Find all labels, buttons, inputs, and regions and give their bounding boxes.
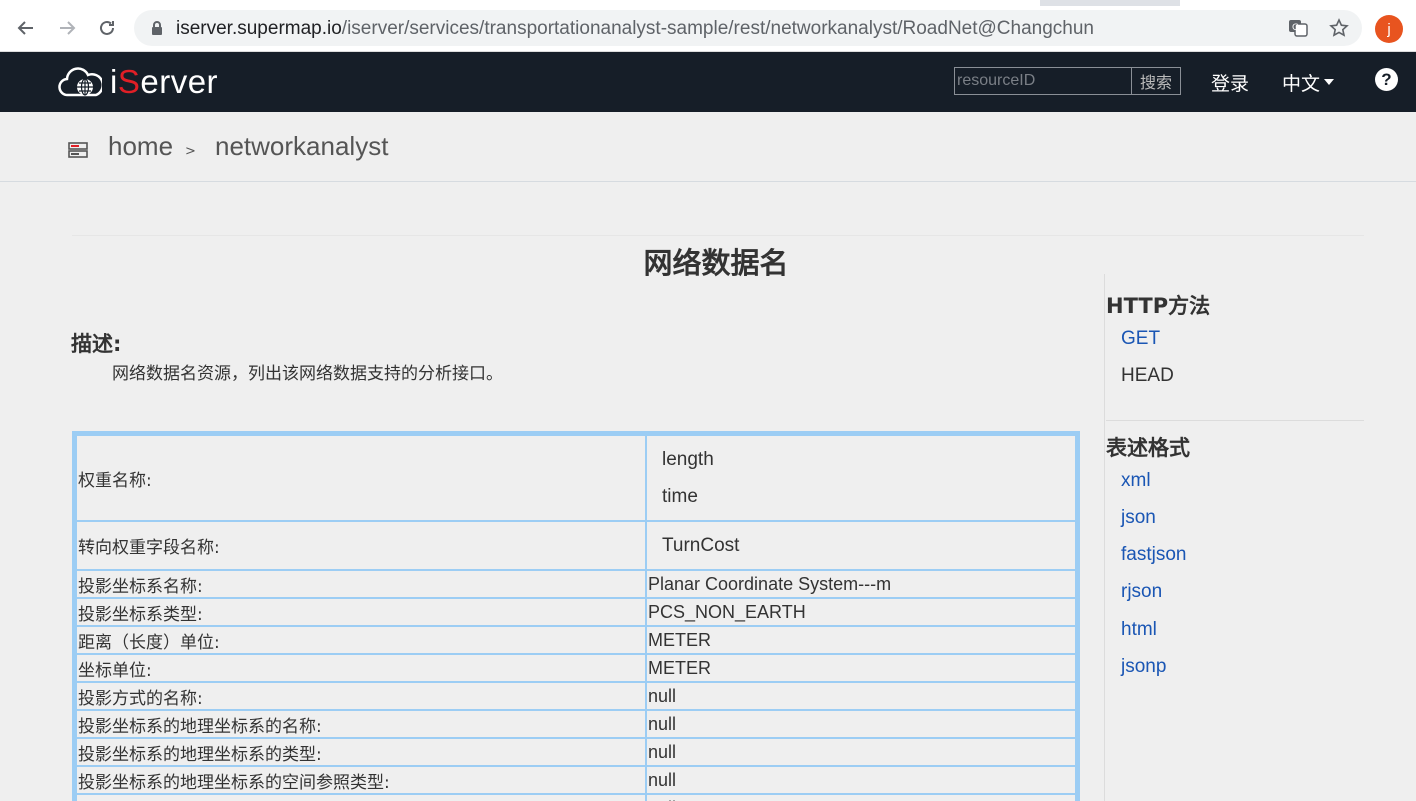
language-label: 中文 bbox=[1282, 73, 1321, 95]
row-key: 坐标单位: bbox=[75, 653, 647, 683]
bookmark-button[interactable] bbox=[1327, 16, 1351, 40]
table-row: 投影坐标系名称: Planar Coordinate System---m bbox=[75, 569, 1077, 599]
row-key: 投影坐标系名称: bbox=[75, 569, 647, 599]
formats-heading: 表述格式 bbox=[1106, 436, 1190, 460]
star-icon bbox=[1329, 18, 1349, 37]
format-link-rjson[interactable]: rjson bbox=[1121, 581, 1162, 603]
logo-accent-letter: S bbox=[117, 63, 141, 100]
description-text: 网络数据名资源，列出该网络数据支持的分析接口。 bbox=[112, 364, 503, 384]
forward-button[interactable] bbox=[53, 14, 81, 42]
row-value: null bbox=[645, 681, 1077, 711]
weight-name-item: time bbox=[662, 486, 698, 507]
back-arrow-icon bbox=[17, 21, 33, 35]
row-value-list: TurnCost bbox=[645, 520, 1077, 571]
page-title: 网络数据名 bbox=[643, 246, 789, 280]
row-value: null bbox=[645, 737, 1077, 767]
row-key: 投影坐标系类型: bbox=[75, 597, 647, 627]
server-list-icon bbox=[68, 142, 88, 158]
sidebar-divider bbox=[1104, 274, 1105, 801]
turn-weight-field-item: TurnCost bbox=[662, 535, 740, 556]
row-value-list: length time bbox=[645, 434, 1077, 522]
sidebar-section-divider bbox=[1106, 420, 1364, 421]
cloud-globe-icon bbox=[58, 67, 102, 97]
breadcrumb-current: networkanalyst bbox=[215, 131, 389, 161]
active-tab[interactable] bbox=[0, 0, 1040, 6]
table-row: 投影方式的名称: null bbox=[75, 681, 1077, 711]
row-value: null bbox=[645, 793, 1077, 801]
search-button[interactable]: 搜索 bbox=[1131, 67, 1181, 95]
translate-icon: G bbox=[1289, 20, 1308, 37]
table-row: 坐标单位: METER bbox=[75, 653, 1077, 683]
row-value: null bbox=[645, 709, 1077, 739]
http-method-head: HEAD bbox=[1121, 365, 1174, 386]
url-host: iserver.supermap.io bbox=[176, 18, 342, 39]
iserver-logo[interactable]: iServer bbox=[58, 61, 218, 103]
row-key: 投影坐标系的地理坐标系的大地参照系类型: bbox=[75, 793, 647, 801]
row-key: 投影坐标系的地理坐标系的空间参照类型: bbox=[75, 765, 647, 795]
reload-button[interactable] bbox=[93, 14, 121, 42]
row-value: METER bbox=[645, 625, 1077, 655]
format-link-xml[interactable]: xml bbox=[1121, 470, 1151, 492]
url-path: /iserver/services/transportationanalyst-… bbox=[341, 18, 1094, 39]
tab-strip bbox=[0, 0, 1416, 6]
description-label: 描述: bbox=[71, 332, 122, 356]
caret-down-icon bbox=[1324, 78, 1335, 85]
table-row: 投影坐标系的地理坐标系的类型: null bbox=[75, 737, 1077, 767]
table-row: 权重名称: length time bbox=[75, 434, 1077, 522]
properties-table: 权重名称: length time 转向权重字段名称: TurnCost 投影坐… bbox=[72, 431, 1080, 801]
resource-id-search-input[interactable] bbox=[954, 67, 1132, 95]
profile-avatar[interactable]: j bbox=[1375, 15, 1403, 43]
row-key: 距离（长度）单位: bbox=[75, 625, 647, 655]
format-link-jsonp[interactable]: jsonp bbox=[1121, 656, 1166, 678]
logo-text: iServer bbox=[110, 63, 218, 101]
row-key: 投影坐标系的地理坐标系的名称: bbox=[75, 709, 647, 739]
format-link-html[interactable]: html bbox=[1121, 619, 1157, 641]
other-tab[interactable] bbox=[1180, 0, 1416, 6]
language-dropdown[interactable]: 中文 bbox=[1282, 69, 1335, 96]
row-value: PCS_NON_EARTH bbox=[645, 597, 1077, 627]
lock-icon bbox=[152, 21, 162, 35]
row-key: 投影方式的名称: bbox=[75, 681, 647, 711]
forward-arrow-icon bbox=[60, 21, 76, 35]
login-link[interactable]: 登录 bbox=[1211, 69, 1249, 96]
breadcrumb-home-link[interactable]: home bbox=[108, 131, 173, 162]
logo-rest: erver bbox=[140, 63, 219, 100]
help-button[interactable]: ? bbox=[1375, 68, 1398, 91]
row-key: 转向权重字段名称: bbox=[75, 520, 647, 571]
http-method-get-link[interactable]: GET bbox=[1121, 328, 1160, 350]
browser-toolbar: iserver.supermap.io/iserver/services/tra… bbox=[0, 0, 1416, 52]
weight-name-item: length bbox=[662, 449, 714, 470]
format-link-json[interactable]: json bbox=[1121, 507, 1156, 529]
row-value: Planar Coordinate System---m bbox=[645, 569, 1077, 599]
logo-prefix: i bbox=[110, 63, 118, 100]
format-link-fastjson[interactable]: fastjson bbox=[1121, 544, 1186, 566]
table-row: 投影坐标系的地理坐标系的名称: null bbox=[75, 709, 1077, 739]
site-header: iServer 搜索 登录 中文 ? bbox=[0, 52, 1416, 112]
row-value: null bbox=[645, 765, 1077, 795]
url-text: iserver.supermap.io/iserver/services/tra… bbox=[176, 18, 1094, 40]
breadcrumb: home > networkanalyst bbox=[0, 112, 1416, 182]
table-row: 投影坐标系的地理坐标系的空间参照类型: null bbox=[75, 765, 1077, 795]
reload-icon bbox=[100, 20, 114, 35]
back-button[interactable] bbox=[12, 14, 40, 42]
breadcrumb-separator: > bbox=[185, 144, 196, 159]
http-methods-heading: HTTP方法 bbox=[1106, 294, 1211, 318]
table-row: 投影坐标系的地理坐标系的大地参照系类型:null bbox=[75, 793, 1077, 801]
content-divider bbox=[72, 235, 1364, 236]
table-row: 转向权重字段名称: TurnCost bbox=[75, 520, 1077, 571]
table-row: 距离（长度）单位: METER bbox=[75, 625, 1077, 655]
row-value: METER bbox=[645, 653, 1077, 683]
translate-button[interactable]: G bbox=[1286, 16, 1310, 40]
row-key: 投影坐标系的地理坐标系的类型: bbox=[75, 737, 647, 767]
table-row: 投影坐标系类型: PCS_NON_EARTH bbox=[75, 597, 1077, 627]
svg-text:G: G bbox=[1292, 23, 1299, 33]
address-bar[interactable]: iserver.supermap.io/iserver/services/tra… bbox=[134, 10, 1362, 46]
row-key: 权重名称: bbox=[75, 434, 647, 522]
